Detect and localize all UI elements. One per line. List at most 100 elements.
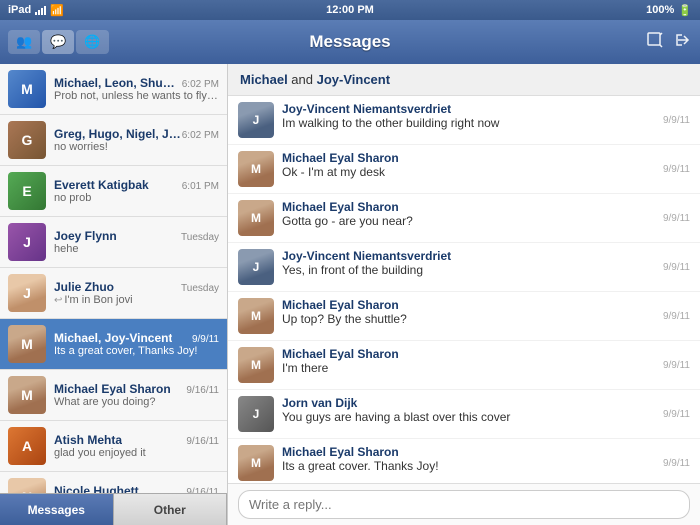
bottom-tabs: Messages Other [0,493,227,525]
conv-preview: Its a great cover, Thanks Joy! [54,345,219,357]
avatar: M [238,200,274,236]
status-left: iPad 📶 [8,4,64,17]
conv-name: Michael, Leon, Shuo, Jona... [54,76,182,90]
tab-globe[interactable]: 🌐 [76,30,108,54]
conv-time: 6:01 PM [182,181,219,192]
battery-label: 100% [646,4,674,16]
conv-time: 6:02 PM [182,130,219,141]
list-item[interactable]: G Greg, Hugo, Nigel, Jeff,... 6:02 PM no… [0,115,227,166]
table-row: M Michael Eyal Sharon Its a great cover.… [228,439,700,483]
tab-people[interactable]: 👥 [8,30,40,54]
list-item[interactable]: J Julie Zhuo Tuesday ↩I'm in Bon jovi [0,268,227,319]
signal-bars [35,5,46,15]
status-bar: iPad 📶 12:00 PM 100% 🔋 [0,0,700,20]
reply-input[interactable] [238,490,690,519]
page-title: Messages [309,32,390,52]
list-item[interactable]: N Nicole Hughett 9/16/11 ↩thanks, will d… [0,472,227,493]
thread-participant-1: Michael [240,72,288,87]
conv-name: Michael Eyal Sharon [54,382,171,396]
tab-chat[interactable]: 💬 [42,30,74,54]
thread-panel: Michael and Joy-Vincent J Joy-Vincent Ni… [228,64,700,525]
msg-sender: Jorn van Dijk [282,396,657,410]
table-row: M Michael Eyal Sharon Gotta go - are you… [228,194,700,243]
msg-text: Gotta go - are you near? [282,214,657,228]
conv-name: Greg, Hugo, Nigel, Jeff,... [54,127,182,141]
msg-date: 9/9/11 [663,164,690,175]
msg-text: Up top? By the shuttle? [282,312,657,326]
conv-preview: ↩I'm in Bon jovi [54,294,219,306]
conv-name: Michael, Joy-Vincent [54,331,172,345]
thread-participant-2: Joy-Vincent [317,72,390,87]
conv-preview: glad you enjoyed it [54,447,219,459]
conv-name: Everett Katigbak [54,178,149,192]
conv-preview: no worries! [54,141,219,153]
compose-icon[interactable] [646,31,664,54]
msg-sender: Michael Eyal Sharon [282,200,657,214]
battery-icon: 🔋 [678,4,692,17]
msg-date: 9/9/11 [663,311,690,322]
msg-sender: Michael Eyal Sharon [282,151,657,165]
share-icon[interactable] [674,31,692,54]
avatar: M [8,325,46,363]
conv-time: 6:02 PM [182,79,219,90]
list-item[interactable]: A Atish Mehta 9/16/11 glad you enjoyed i… [0,421,227,472]
conv-time: Tuesday [181,283,219,294]
avatar: E [8,172,46,210]
reply-box [228,483,700,525]
avatar: M [238,151,274,187]
msg-sender: Michael Eyal Sharon [282,445,657,459]
title-bar-right [646,31,692,54]
tab-messages[interactable]: Messages [0,494,114,525]
conv-time: 9/9/11 [192,334,219,345]
msg-date: 9/9/11 [663,458,690,469]
msg-date: 9/9/11 [663,262,690,273]
avatar: J [238,102,274,138]
avatar: M [238,347,274,383]
msg-text: I'm there [282,361,657,375]
list-item[interactable]: M Michael, Joy-Vincent 9/9/11 Its a grea… [0,319,227,370]
list-item[interactable]: M Michael Eyal Sharon 9/16/11 What are y… [0,370,227,421]
msg-date: 9/9/11 [663,360,690,371]
conv-name: Joey Flynn [54,229,117,243]
avatar: J [238,396,274,432]
msg-text: Yes, in front of the building [282,263,657,277]
nav-tabs: 👥 💬 🌐 [8,30,109,54]
msg-sender: Joy-Vincent Niemantsverdriet [282,102,657,116]
conv-time: Tuesday [181,232,219,243]
avatar: M [238,445,274,481]
title-bar-left: 👥 💬 🌐 [8,30,109,54]
msg-text: Its a great cover. Thanks Joy! [282,459,657,473]
conv-time: 9/16/11 [186,436,219,447]
conv-preview: hehe [54,243,219,255]
msg-date: 9/9/11 [663,115,690,126]
carrier-label: iPad [8,4,31,16]
list-item[interactable]: E Everett Katigbak 6:01 PM no prob [0,166,227,217]
conv-preview: no prob [54,192,219,204]
list-item[interactable]: J Joey Flynn Tuesday hehe [0,217,227,268]
avatar: N [8,478,46,493]
avatar: G [8,121,46,159]
avatar: J [8,274,46,312]
msg-sender: Michael Eyal Sharon [282,347,657,361]
table-row: M Michael Eyal Sharon Ok - I'm at my des… [228,145,700,194]
tab-other[interactable]: Other [114,494,228,525]
table-row: J Jorn van Dijk You guys are having a bl… [228,390,700,439]
msg-date: 9/9/11 [663,213,690,224]
msg-text: You guys are having a blast over this co… [282,410,657,424]
conversation-list: M Michael, Leon, Shuo, Jona... 6:02 PM P… [0,64,227,493]
sidebar: M Michael, Leon, Shuo, Jona... 6:02 PM P… [0,64,228,525]
conv-name: Nicole Hughett [54,484,139,493]
msg-sender: Michael Eyal Sharon [282,298,657,312]
main-container: M Michael, Leon, Shuo, Jona... 6:02 PM P… [0,64,700,525]
msg-text: Im walking to the other building right n… [282,116,657,130]
avatar: M [238,298,274,334]
avatar: J [8,223,46,261]
msg-sender: Joy-Vincent Niemantsverdriet [282,249,657,263]
msg-date: 9/9/11 [663,409,690,420]
conv-time: 9/16/11 [186,385,219,396]
table-row: J Joy-Vincent Niemantsverdriet Im walkin… [228,96,700,145]
list-item[interactable]: M Michael, Leon, Shuo, Jona... 6:02 PM P… [0,64,227,115]
wifi-icon: 📶 [50,4,64,17]
conv-preview: What are you doing? [54,396,219,408]
table-row: M Michael Eyal Sharon I'm there 9/9/11 [228,341,700,390]
